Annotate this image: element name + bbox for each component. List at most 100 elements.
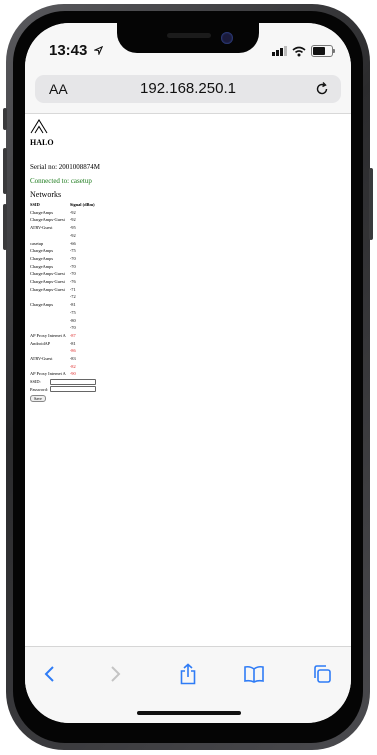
battery-icon (311, 45, 335, 57)
brand-name: HALO (30, 138, 54, 147)
browser-toolbar (25, 646, 351, 723)
network-signal: -90 (69, 371, 76, 377)
network-ssid (30, 232, 70, 240)
column-ssid: SSID (30, 202, 40, 207)
network-row: -86 (30, 347, 99, 355)
back-icon (44, 666, 54, 682)
network-row: ChargeAmps-Guest -71 (30, 286, 99, 294)
save-button[interactable]: Save (30, 395, 46, 403)
network-signal: -92 (69, 209, 76, 215)
network-ssid (30, 347, 70, 355)
network-row: -75 (30, 309, 99, 317)
network-signal: -66 (69, 240, 76, 246)
ssid-input[interactable] (50, 378, 96, 385)
networks-heading: Networks (30, 190, 62, 199)
network-signal: -95 (69, 225, 76, 231)
network-row: ChargeAmps -92 (30, 209, 99, 217)
network-row: -80 (30, 317, 99, 325)
network-ssid: ChargeAmps (30, 302, 54, 308)
network-row: ChargeAmps -75 (30, 247, 99, 255)
mute-switch (3, 108, 7, 130)
network-row: -72 (30, 293, 99, 301)
network-row: casetup -66 (30, 240, 99, 248)
tabs-icon (314, 665, 331, 683)
forward-button[interactable] (100, 659, 132, 689)
network-signal: -76 (69, 279, 76, 285)
halo-logo-icon (30, 119, 48, 134)
network-signal: -87 (69, 332, 76, 338)
network-row: AP Proxy Internet A -87 (30, 332, 99, 340)
network-signal: -81 (69, 340, 76, 346)
network-row: ChargeAmps-Guest -70 (30, 270, 99, 278)
network-signal: -75 (69, 309, 76, 315)
network-ssid: AndroidAP (30, 340, 51, 346)
network-ssid: ChargeAmps-Guest (30, 271, 65, 277)
forward-icon (111, 666, 121, 682)
network-row: ChargeAmps-Guest -76 (30, 278, 99, 286)
network-signal: -92 (69, 217, 76, 223)
network-ssid (30, 317, 70, 325)
screen: 13:43 AA 192.168.250.1 HALO Serial no: 2… (25, 23, 351, 723)
password-row: Password: (30, 386, 347, 394)
network-ssid: ChargeAmps-Guest (30, 286, 65, 292)
home-indicator (137, 711, 241, 715)
network-signal: -81 (69, 302, 76, 308)
network-signal: -86 (69, 348, 76, 354)
password-input[interactable] (50, 386, 96, 393)
network-row: AndroidAP -81 (30, 340, 99, 348)
signal-icon (272, 46, 287, 56)
wifi-form: SSID: Password: Save (30, 378, 347, 403)
network-ssid: casetup (30, 240, 44, 246)
bookmarks-icon (244, 665, 264, 683)
network-row: -92 (30, 232, 99, 240)
connection-status: Connected to: casetup (30, 177, 92, 185)
network-ssid (30, 363, 70, 371)
network-signal: -72 (69, 294, 76, 300)
tabs-button[interactable] (306, 659, 338, 689)
back-button[interactable] (33, 659, 65, 689)
url-field[interactable]: AA 192.168.250.1 (35, 75, 341, 103)
network-signal: -80 (69, 317, 76, 323)
network-ssid: ChargeAmps-Guest (30, 217, 65, 223)
password-label: Password: (30, 386, 49, 392)
speaker-grille (167, 33, 211, 38)
network-row: ChargeAmps -81 (30, 301, 99, 309)
reload-icon[interactable] (314, 81, 330, 97)
network-ssid (30, 324, 70, 332)
network-row: -70 (30, 324, 99, 332)
location-arrow-icon (92, 45, 103, 57)
column-signal: Signal (dBm) (69, 202, 95, 207)
network-signal: -70 (69, 255, 76, 261)
network-ssid (30, 309, 70, 317)
front-camera (221, 32, 233, 44)
share-button[interactable] (172, 659, 204, 689)
network-row: AP Proxy Internet A -90 (30, 370, 99, 378)
network-signal: -82 (69, 363, 76, 369)
ssid-label: SSID: (30, 379, 41, 385)
network-row: ATRV-Guest -83 (30, 355, 99, 363)
phone-frame: 13:43 AA 192.168.250.1 HALO Serial no: 2… (3, 4, 373, 750)
network-ssid (30, 293, 70, 301)
url-text[interactable]: 192.168.250.1 (35, 80, 341, 97)
bookmarks-button[interactable] (238, 659, 270, 689)
status-icons (272, 45, 335, 57)
network-ssid: ChargeAmps (30, 263, 54, 269)
network-signal: -75 (69, 248, 76, 254)
notch (117, 23, 259, 53)
network-ssid: ChargeAmps (30, 209, 54, 215)
volume-down-button (3, 204, 7, 250)
network-ssid: ATRV-Guest (30, 225, 53, 231)
network-signal: -70 (69, 263, 76, 269)
network-signal: -70 (69, 325, 76, 331)
networks-table-body: ChargeAmps -92 ChargeAmps-Guest -92 ATRV-Gue… (30, 209, 99, 378)
share-icon (180, 663, 196, 685)
address-bar: AA 192.168.250.1 (25, 69, 351, 114)
web-page-content: HALO Serial no: 2001008874M Connected to… (25, 114, 351, 647)
volume-up-button (3, 148, 7, 194)
network-ssid: ChargeAmps-Guest (30, 279, 65, 285)
ssid-row: SSID: (30, 378, 347, 386)
serial-number: Serial no: 2001008874M (30, 163, 100, 171)
network-row: ChargeAmps -70 (30, 255, 99, 263)
network-row: ChargeAmps -70 (30, 263, 99, 271)
bezel: 13:43 AA 192.168.250.1 HALO Serial no: 2… (13, 11, 363, 743)
